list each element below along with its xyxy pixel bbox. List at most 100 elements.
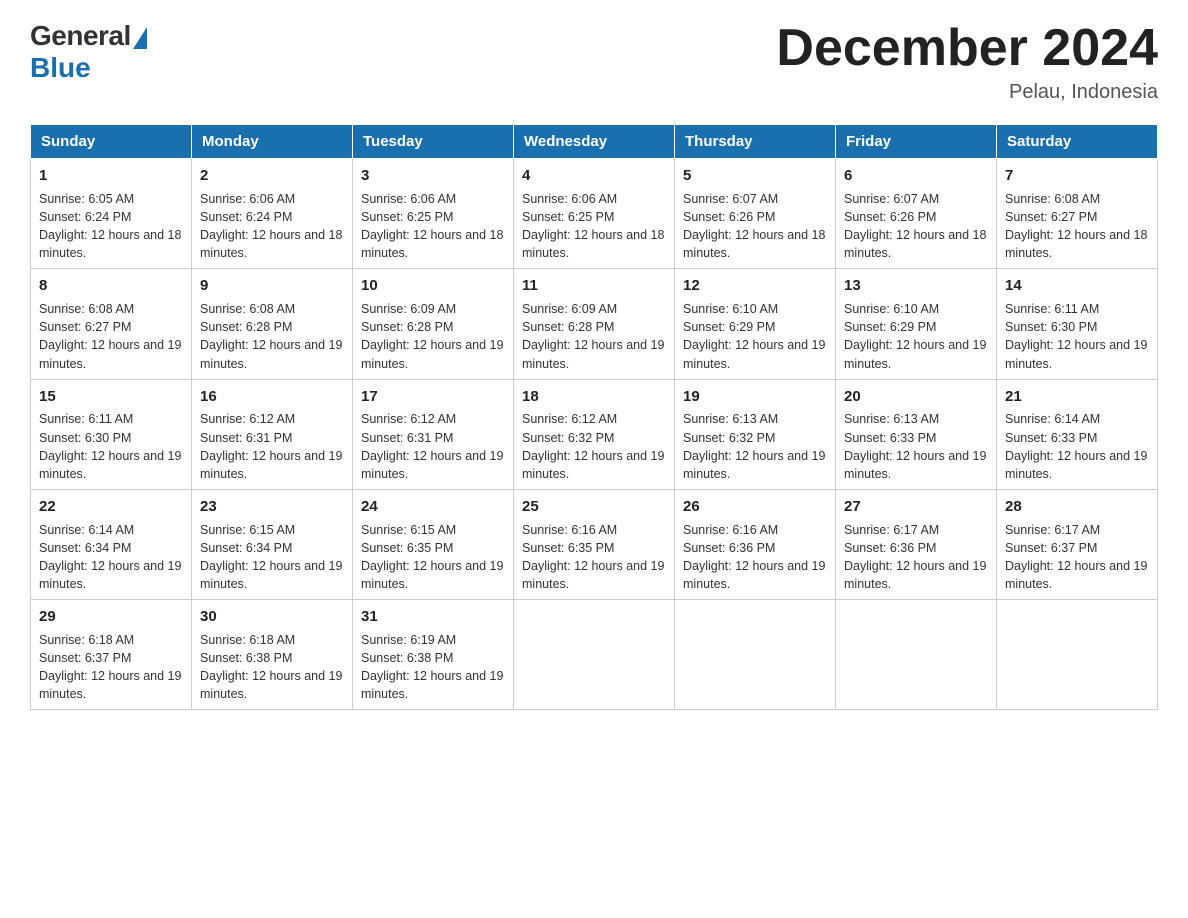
sunset-text: Sunset: 6:28 PM <box>200 318 344 336</box>
daylight-text: Daylight: 12 hours and 19 minutes. <box>39 336 183 372</box>
day-number: 22 <box>39 496 183 518</box>
sunset-text: Sunset: 6:35 PM <box>522 539 666 557</box>
daylight-text: Daylight: 12 hours and 19 minutes. <box>844 447 988 483</box>
daylight-text: Daylight: 12 hours and 18 minutes. <box>39 226 183 262</box>
sunset-text: Sunset: 6:30 PM <box>39 429 183 447</box>
calendar-cell <box>836 600 997 710</box>
day-number: 26 <box>683 496 827 518</box>
sunset-text: Sunset: 6:27 PM <box>1005 208 1149 226</box>
calendar-cell: 22Sunrise: 6:14 AMSunset: 6:34 PMDayligh… <box>31 489 192 599</box>
daylight-text: Daylight: 12 hours and 19 minutes. <box>39 447 183 483</box>
calendar-cell: 8Sunrise: 6:08 AMSunset: 6:27 PMDaylight… <box>31 269 192 379</box>
sunset-text: Sunset: 6:29 PM <box>683 318 827 336</box>
calendar-cell: 29 Sunrise: 6:18 AMSunset: 6:37 PMDayligh… <box>31 600 192 710</box>
calendar-cell: 11Sunrise: 6:09 AMSunset: 6:28 PMDayligh… <box>514 269 675 379</box>
sunrise-text: Sunrise: 6:08 AM <box>1005 190 1149 208</box>
calendar-cell: 4Sunrise: 6:06 AMSunset: 6:25 PMDaylight… <box>514 159 675 269</box>
sunset-text: Sunset: 6:33 PM <box>1005 429 1149 447</box>
daylight-text: Daylight: 12 hours and 19 minutes. <box>361 667 505 703</box>
sunset-text: Sunset: 6:26 PM <box>683 208 827 226</box>
column-header-wednesday: Wednesday <box>514 125 675 159</box>
sunrise-text: Sunrise: 6:14 AM <box>39 521 183 539</box>
calendar-week-row: 15Sunrise: 6:11 AMSunset: 6:30 PMDayligh… <box>31 379 1158 489</box>
sunset-text: Sunset: 6:38 PM <box>361 649 505 667</box>
sunrise-text: Sunrise: 6:15 AM <box>361 521 505 539</box>
logo: General Blue <box>30 20 147 84</box>
logo-blue-text: Blue <box>30 52 91 84</box>
sunrise-text: Sunrise: 6:17 AM <box>844 521 988 539</box>
sunrise-text: Sunrise: 6:13 AM <box>844 410 988 428</box>
day-number: 1 <box>39 165 183 187</box>
calendar-cell: 28 Sunrise: 6:17 AMSunset: 6:37 PMDayligh… <box>997 489 1158 599</box>
sunset-text: Sunset: 6:37 PM <box>39 649 183 667</box>
sunrise-text: Sunrise: 6:19 AM <box>361 631 505 649</box>
calendar-cell: 30Sunrise: 6:18 AMSunset: 6:38 PMDayligh… <box>192 600 353 710</box>
sunset-text: Sunset: 6:36 PM <box>844 539 988 557</box>
calendar-week-row: 8Sunrise: 6:08 AMSunset: 6:27 PMDaylight… <box>31 269 1158 379</box>
sunset-text: Sunset: 6:30 PM <box>1005 318 1149 336</box>
sunrise-text: Sunrise: 6:09 AM <box>361 300 505 318</box>
calendar-cell: 15Sunrise: 6:11 AMSunset: 6:30 PMDayligh… <box>31 379 192 489</box>
day-number: 29 <box>39 606 183 628</box>
calendar-week-row: 22 Sunrise: 6:14 AM Sunset: 6:34 PM Dayligh… <box>31 489 1158 599</box>
sunset-text: Sunset: 6:38 PM <box>200 649 344 667</box>
day-number: 28 <box>1005 496 1149 518</box>
sunrise-text: Sunrise: 6:15 AM <box>200 521 344 539</box>
sunrise-text: Sunrise: 6:06 AM <box>200 190 344 208</box>
sunrise-text: Sunrise: 6:17 AM <box>1005 521 1149 539</box>
day-number: 7 <box>1005 165 1149 187</box>
sunset-text: Sunset: 6:26 PM <box>844 208 988 226</box>
sunrise-text: Sunrise: 6:10 AM <box>844 300 988 318</box>
calendar-cell: 20Sunrise: 6:13 AMSunset: 6:33 PMDayligh… <box>836 379 997 489</box>
daylight-text: Daylight: 12 hours and 19 minutes. <box>39 667 183 703</box>
sunset-text: Sunset: 6:34 PM <box>200 539 344 557</box>
day-number: 18 <box>522 386 666 408</box>
sunrise-text: Sunrise: 6:12 AM <box>361 410 505 428</box>
daylight-text: Daylight: 12 hours and 19 minutes. <box>1005 336 1149 372</box>
day-number: 8 <box>39 275 183 297</box>
column-header-monday: Monday <box>192 125 353 159</box>
calendar-cell: 16Sunrise: 6:12 AMSunset: 6:31 PMDayligh… <box>192 379 353 489</box>
day-number: 24 <box>361 496 505 518</box>
calendar-week-row: 1Sunrise: 6:05 AMSunset: 6:24 PMDaylight… <box>31 159 1158 269</box>
day-number: 19 <box>683 386 827 408</box>
daylight-text: Daylight: 12 hours and 19 minutes. <box>1005 447 1149 483</box>
sunrise-text: Sunrise: 6:10 AM <box>683 300 827 318</box>
sunset-text: Sunset: 6:25 PM <box>522 208 666 226</box>
calendar-cell: 17Sunrise: 6:12 AMSunset: 6:31 PMDayligh… <box>353 379 514 489</box>
calendar-cell: 5Sunrise: 6:07 AMSunset: 6:26 PMDaylight… <box>675 159 836 269</box>
sunrise-text: Sunrise: 6:18 AM <box>39 631 183 649</box>
calendar-cell: 13Sunrise: 6:10 AMSunset: 6:29 PMDayligh… <box>836 269 997 379</box>
calendar-cell: 26Sunrise: 6:16 AMSunset: 6:36 PMDayligh… <box>675 489 836 599</box>
sunset-text: Sunset: 6:28 PM <box>522 318 666 336</box>
day-number: 2 <box>200 165 344 187</box>
sunrise-text: Sunrise: 6:14 AM <box>1005 410 1149 428</box>
sunrise-text: Sunrise: 6:16 AM <box>683 521 827 539</box>
calendar-cell: 14Sunrise: 6:11 AMSunset: 6:30 PMDayligh… <box>997 269 1158 379</box>
daylight-text: Daylight: 12 hours and 19 minutes. <box>1005 557 1149 593</box>
month-title: December 2024 <box>776 20 1158 77</box>
sunrise-text: Sunrise: 6:12 AM <box>522 410 666 428</box>
sunrise-text: Sunrise: 6:06 AM <box>522 190 666 208</box>
daylight-text: Daylight: 12 hours and 18 minutes. <box>844 226 988 262</box>
daylight-text: Daylight: 12 hours and 18 minutes. <box>1005 226 1149 262</box>
day-number: 30 <box>200 606 344 628</box>
day-number: 3 <box>361 165 505 187</box>
sunrise-text: Sunrise: 6:07 AM <box>844 190 988 208</box>
sunset-text: Sunset: 6:25 PM <box>361 208 505 226</box>
sunset-text: Sunset: 6:31 PM <box>361 429 505 447</box>
daylight-text: Daylight: 12 hours and 19 minutes. <box>200 336 344 372</box>
sunset-text: Sunset: 6:37 PM <box>1005 539 1149 557</box>
daylight-text: Daylight: 12 hours and 19 minutes. <box>200 447 344 483</box>
calendar-table: SundayMondayTuesdayWednesdayThursdayFrid… <box>30 124 1158 710</box>
daylight-text: Daylight: 12 hours and 18 minutes. <box>522 226 666 262</box>
day-number: 10 <box>361 275 505 297</box>
day-number: 27 <box>844 496 988 518</box>
daylight-text: Daylight: 12 hours and 19 minutes. <box>683 336 827 372</box>
daylight-text: Daylight: 12 hours and 19 minutes. <box>361 557 505 593</box>
column-header-saturday: Saturday <box>997 125 1158 159</box>
calendar-cell: 21Sunrise: 6:14 AMSunset: 6:33 PMDayligh… <box>997 379 1158 489</box>
day-number: 11 <box>522 275 666 297</box>
sunset-text: Sunset: 6:33 PM <box>844 429 988 447</box>
day-number: 31 <box>361 606 505 628</box>
